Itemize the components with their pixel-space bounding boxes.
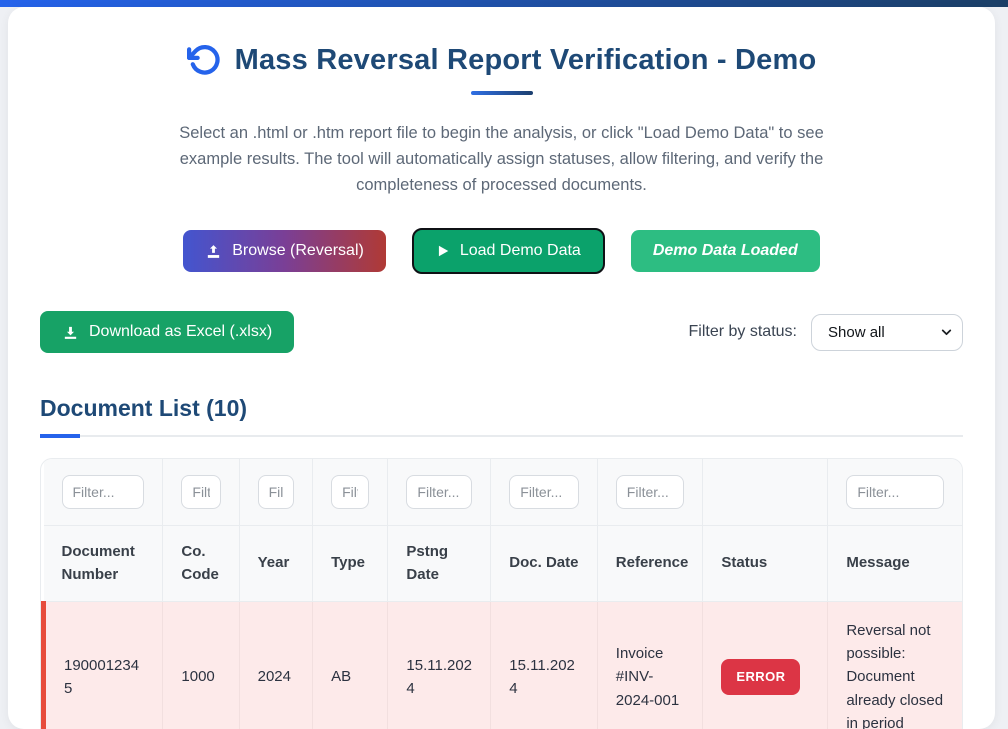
cell-type: AB	[313, 602, 388, 729]
download-button-label: Download as Excel (.xlsx)	[89, 323, 272, 341]
cell-year: 2024	[239, 602, 312, 729]
status-filter-wrap: Show all	[811, 314, 963, 351]
column-header-type: Type	[313, 526, 388, 602]
browse-reversal-button[interactable]: Browse (Reversal)	[183, 230, 386, 272]
page-description: Select an .html or .htm report file to b…	[162, 120, 842, 198]
column-header-co-code: Co. Code	[163, 526, 239, 602]
load-demo-button-label: Load Demo Data	[460, 242, 581, 260]
cell-message: Reversal not possible: Document already …	[828, 602, 962, 729]
column-header-year: Year	[239, 526, 312, 602]
cell-doc-date: 15.11.2024	[491, 602, 598, 729]
column-filter-row	[44, 459, 963, 526]
filter-input-co-code[interactable]	[181, 475, 220, 509]
filter-cell-status-empty	[703, 459, 828, 526]
cell-pstng-date: 15.11.2024	[388, 602, 491, 729]
document-table-container: Document Number Co. Code Year Type Pstng…	[40, 458, 963, 729]
demo-data-loaded-button[interactable]: Demo Data Loaded	[631, 230, 820, 272]
toolbar: Download as Excel (.xlsx) Filter by stat…	[40, 311, 963, 353]
section-divider	[40, 435, 963, 437]
table-row: 1900012345 1000 2024 AB 15.11.2024 15.11…	[44, 602, 963, 729]
browse-button-label: Browse (Reversal)	[232, 242, 364, 260]
filter-input-document-number[interactable]	[62, 475, 145, 509]
filter-input-year[interactable]	[258, 475, 294, 509]
filter-input-reference[interactable]	[616, 475, 685, 509]
column-header-message: Message	[828, 526, 962, 602]
load-demo-data-button[interactable]: Load Demo Data	[412, 228, 605, 274]
cell-reference: Invoice #INV-2024-001	[597, 602, 703, 729]
upload-icon	[205, 243, 222, 260]
top-accent-bar	[0, 0, 1008, 7]
column-header-doc-date: Doc. Date	[491, 526, 598, 602]
reversal-arrow-icon	[187, 43, 221, 77]
document-list-heading: Document List (10)	[40, 395, 963, 422]
column-header-pstng-date: Pstng Date	[388, 526, 491, 602]
play-icon	[436, 244, 450, 258]
filter-input-type[interactable]	[331, 475, 369, 509]
actions-row: Browse (Reversal) Load Demo Data Demo Da…	[40, 228, 963, 274]
cell-document-number: 1900012345	[44, 602, 163, 729]
column-header-row: Document Number Co. Code Year Type Pstng…	[44, 526, 963, 602]
title-underline	[471, 91, 533, 95]
status-filter-control: Filter by status: Show all	[689, 314, 963, 351]
status-filter-label: Filter by status:	[689, 323, 797, 341]
filter-input-pstng-date[interactable]	[406, 475, 472, 509]
status-filter-select[interactable]: Show all	[811, 314, 963, 351]
cell-status: ERROR	[703, 602, 828, 729]
filter-input-doc-date[interactable]	[509, 475, 579, 509]
document-table: Document Number Co. Code Year Type Pstng…	[41, 459, 962, 729]
demo-loaded-label: Demo Data Loaded	[653, 242, 798, 260]
download-excel-button[interactable]: Download as Excel (.xlsx)	[40, 311, 294, 353]
page-header: Mass Reversal Report Verification - Demo	[40, 43, 963, 77]
filter-input-message[interactable]	[846, 475, 944, 509]
column-header-document-number: Document Number	[44, 526, 163, 602]
page-title: Mass Reversal Report Verification - Demo	[235, 44, 817, 77]
status-badge: ERROR	[721, 659, 800, 695]
main-card: Mass Reversal Report Verification - Demo…	[8, 7, 995, 729]
download-icon	[62, 324, 79, 341]
cell-co-code: 1000	[163, 602, 239, 729]
column-header-reference: Reference	[597, 526, 703, 602]
column-header-status: Status	[703, 526, 828, 602]
